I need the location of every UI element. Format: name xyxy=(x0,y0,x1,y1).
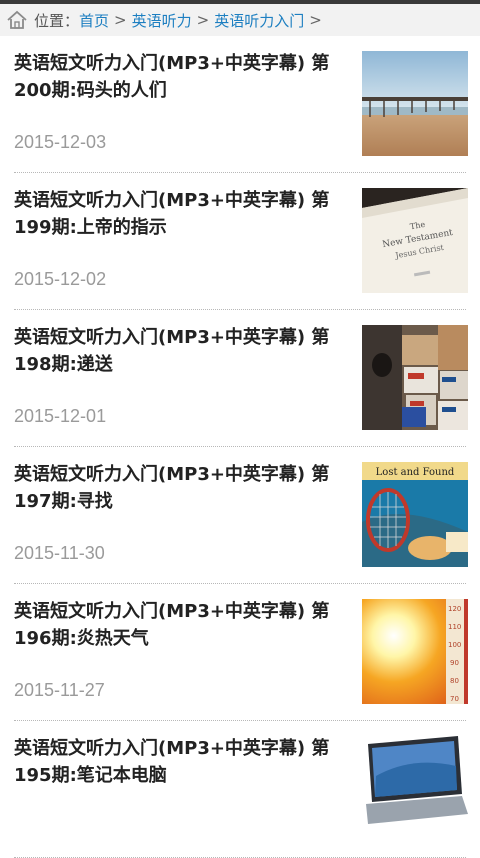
article-item[interactable]: 英语短文听力入门(MP3+中英字幕) 第199期:上帝的指示 2015-12-0… xyxy=(14,173,468,310)
breadcrumb-label: 位置： xyxy=(34,11,80,30)
article-item[interactable]: 英语短文听力入门(MP3+中英字幕) 第197期:寻找 2015-11-30 L… xyxy=(14,447,468,584)
breadcrumb-home-link[interactable]: 首页 xyxy=(79,10,109,31)
home-icon[interactable] xyxy=(6,9,28,31)
article-title[interactable]: 英语短文听力入门(MP3+中英字幕) 第198期:递送 xyxy=(14,324,334,378)
postal-boxes-image[interactable] xyxy=(362,325,468,430)
pier-beach-image[interactable] xyxy=(362,51,468,156)
breadcrumb-listening-link[interactable]: 英语听力 xyxy=(132,10,192,31)
article-item[interactable]: 英语短文听力入门(MP3+中英字幕) 第196期:炎热天气 2015-11-27… xyxy=(14,584,468,721)
article-date: 2015-12-03 xyxy=(14,132,107,152)
article-item[interactable]: 英语短文听力入门(MP3+中英字幕) 第198期:递送 2015-12-01 xyxy=(14,310,468,447)
article-title[interactable]: 英语短文听力入门(MP3+中英字幕) 第197期:寻找 xyxy=(14,461,334,515)
article-item[interactable]: 英语短文听力入门(MP3+中英字幕) 第195期:笔记本电脑 xyxy=(14,721,468,858)
article-date: 2015-11-30 xyxy=(14,543,105,563)
thermo-tick: 110 xyxy=(448,623,461,631)
laptop-image[interactable] xyxy=(362,736,468,841)
breadcrumb-separator: > xyxy=(114,11,127,29)
article-date: 2015-12-01 xyxy=(14,406,107,426)
article-date: 2015-11-27 xyxy=(14,680,105,700)
lost-and-found-sign: Lost and Found xyxy=(376,467,455,478)
article-title[interactable]: 英语短文听力入门(MP3+中英字幕) 第199期:上帝的指示 xyxy=(14,187,334,241)
article-date: 2015-12-02 xyxy=(14,269,107,289)
thermo-tick: 90 xyxy=(450,659,459,667)
article-title[interactable]: 英语短文听力入门(MP3+中英字幕) 第196期:炎热天气 xyxy=(14,598,334,652)
thermo-tick: 80 xyxy=(450,677,459,685)
breadcrumb-beginner-link[interactable]: 英语听力入门 xyxy=(214,10,304,31)
thermo-tick: 70 xyxy=(450,695,459,703)
thermo-tick: 100 xyxy=(448,641,461,649)
breadcrumb: 位置： 首页 > 英语听力 > 英语听力入门 > xyxy=(0,4,480,36)
article-list: 英语短文听力入门(MP3+中英字幕) 第200期:码头的人们 2015-12-0… xyxy=(0,36,480,858)
article-title[interactable]: 英语短文听力入门(MP3+中英字幕) 第195期:笔记本电脑 xyxy=(14,735,334,789)
sun-thermometer-image[interactable]: 120 110 100 90 80 70 xyxy=(362,599,468,704)
thermo-tick: 120 xyxy=(448,605,461,613)
lost-and-found-image[interactable]: Lost and Found xyxy=(362,462,468,567)
breadcrumb-separator: > xyxy=(309,11,322,29)
article-item[interactable]: 英语短文听力入门(MP3+中英字幕) 第200期:码头的人们 2015-12-0… xyxy=(14,36,468,173)
article-title[interactable]: 英语短文听力入门(MP3+中英字幕) 第200期:码头的人们 xyxy=(14,50,334,104)
breadcrumb-separator: > xyxy=(196,11,210,29)
new-testament-book-image[interactable]: The New Testament Jesus Christ xyxy=(362,188,468,293)
